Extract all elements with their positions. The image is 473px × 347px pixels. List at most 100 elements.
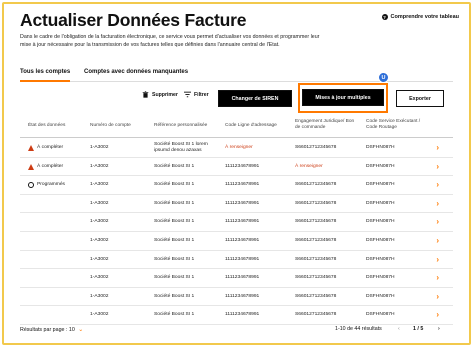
header-account: Numéro de compte [90, 123, 131, 128]
export-button[interactable]: Exporter [396, 90, 444, 107]
header-service-code: Code Service Exécutant / Code Routage [366, 119, 421, 130]
address-code-cell: 1111234678991 [225, 182, 260, 188]
page-title: Actualiser Données Facture [20, 10, 247, 30]
table-row[interactable]: Programmés 1-A3002 Société Boost SI 1 11112… [20, 176, 453, 195]
address-code-cell: 1111234678991 [225, 219, 260, 225]
service-code-cell: DSFHN087H [366, 163, 395, 169]
chevron-right-icon[interactable]: › [436, 273, 439, 282]
table-row[interactable]: 1-A3002 Société Boost SI 1 1111234678991 S6… [20, 269, 453, 288]
table-row[interactable]: 1-A3002 Société Boost SI 1 1111234678991 S6… [20, 288, 453, 307]
warning-icon [28, 163, 34, 170]
service-code-cell: DSFHN087H [366, 256, 395, 262]
chevron-right-icon[interactable]: › [436, 292, 439, 301]
engagement-cell: S66012712345678 [295, 219, 337, 225]
delete-label: Supprimer [152, 91, 178, 98]
chevron-right-icon[interactable]: › [436, 143, 439, 152]
per-page-label: Résultats par page : 10 [20, 327, 75, 333]
prev-page-button[interactable]: ‹ [398, 326, 400, 332]
user-badge[interactable]: U [378, 72, 389, 83]
help-label: Comprendre votre tableau [390, 14, 459, 20]
header-address-code: Code Ligne d'adressage [225, 123, 277, 128]
service-code-cell: DSFHN087H [366, 182, 395, 188]
bulk-update-button[interactable]: Mises à jour multiples [302, 89, 384, 106]
address-code-cell: 1111234678991 [225, 256, 260, 262]
status-cell: À compléter [28, 163, 64, 170]
table-header: État des données Numéro de compte Référe… [20, 117, 453, 138]
reference-cell: Société Boost SI 1 [154, 293, 195, 299]
reference-cell: Société Boost SI 1 [154, 238, 195, 243]
per-page-selector[interactable]: Résultats par page : 10 ⌄ [20, 326, 83, 333]
chevron-right-icon[interactable]: › [436, 310, 439, 319]
address-code-cell: 1111234678991 [225, 163, 260, 169]
help-link[interactable]: ? Comprendre votre tableau [381, 14, 459, 20]
reference-cell: Société Boost SI 1 [154, 200, 195, 206]
address-code-cell: 1111234678991 [225, 312, 260, 318]
clock-icon [28, 182, 34, 189]
reference-cell: Société Boost SI 1 [154, 312, 195, 318]
reference-cell: Société Boost SI 1 lorem ipsumd denou az… [154, 142, 208, 153]
header-engagement: Engagement Juridique/ Bon de commande [295, 119, 355, 130]
filter-button[interactable]: Filtrer [184, 91, 209, 98]
engagement-cell: S66012712345678 [295, 238, 337, 243]
table-row[interactable]: 1-A3002 Société Boost SI 1 1111234678991 S6… [20, 306, 453, 325]
service-code-cell: DSFHN087H [366, 312, 395, 318]
address-code-cell: À renseigner [225, 145, 253, 150]
header-state: État des données [28, 123, 66, 128]
engagement-cell: S66012712345678 [295, 182, 337, 188]
engagement-cell: S66012712345678 [295, 145, 337, 150]
filter-label: Filtrer [194, 91, 209, 98]
service-code-cell: DSFHN087H [366, 145, 395, 150]
engagement-cell: S66012712345678 [295, 200, 337, 206]
chevron-right-icon[interactable]: › [436, 199, 439, 208]
service-code-cell: DSFHN087H [366, 200, 395, 206]
table-row[interactable]: 1-A3002 Société Boost SI 1 1111234678991 S6… [20, 232, 453, 251]
next-page-button[interactable]: › [438, 326, 440, 332]
reference-cell: Société Boost SI 1 [154, 163, 195, 169]
status-cell: À compléter [28, 145, 63, 151]
table-row[interactable]: À compléter 1-A3002 Société Boost SI 1 lor… [20, 139, 453, 158]
engagement-cell: S66012712345678 [295, 275, 337, 281]
engagement-cell: S66012712345678 [295, 293, 337, 299]
service-code-cell: DSFHN087H [366, 293, 395, 299]
account-number-cell: 1-A3002 [90, 200, 109, 206]
chevron-right-icon[interactable]: › [436, 180, 439, 189]
engagement-cell: S66012712345678 [295, 312, 337, 318]
tab-missing-data-accounts[interactable]: Comptes avec données manquantes [84, 68, 188, 82]
question-icon: ? [381, 14, 388, 20]
table-row[interactable]: À compléter 1-A3002 Société Boost SI 1 1111… [20, 158, 453, 177]
reference-cell: Société Boost SI 1 [154, 256, 195, 262]
address-code-cell: 1111234678991 [225, 200, 260, 206]
status-label: Programmés [37, 182, 65, 188]
delete-button[interactable]: Supprimer [142, 91, 178, 98]
account-number-cell: 1-A3002 [90, 293, 109, 299]
table-row[interactable]: 1-A3002 Société Boost SI 1 1111234678991 S6… [20, 195, 453, 214]
account-number-cell: 1-A3002 [90, 163, 109, 169]
results-count: 1-10 de 44 résultats [335, 326, 382, 332]
intro-text: Dans le cadre de l'obligation de la fact… [20, 34, 320, 48]
engagement-cell: À renseigner [295, 163, 323, 169]
page-indicator: 1 / 5 [413, 326, 424, 332]
account-number-cell: 1-A3002 [90, 312, 109, 318]
chevron-right-icon[interactable]: › [436, 162, 439, 171]
account-number-cell: 1-A3002 [90, 182, 109, 188]
tab-all-accounts[interactable]: Tous les comptes [20, 68, 71, 82]
service-code-cell: DSFHN087H [366, 275, 395, 281]
chevron-right-icon[interactable]: › [436, 236, 439, 245]
address-code-cell: 1111234678991 [225, 238, 260, 243]
chevron-right-icon[interactable]: › [436, 217, 439, 226]
service-code-cell: DSFHN087H [366, 219, 395, 225]
account-number-cell: 1-A3002 [90, 275, 109, 281]
trash-icon [142, 91, 149, 98]
account-number-cell: 1-A3002 [90, 219, 109, 225]
chevron-down-icon: ⌄ [78, 327, 84, 333]
table-row[interactable]: 1-A3002 Société Boost SI 1 1111234678991 S6… [20, 213, 453, 232]
table-row[interactable]: 1-A3002 Société Boost SI 1 1111234678991 S6… [20, 251, 453, 270]
engagement-cell: S66012712345678 [295, 256, 337, 262]
address-code-cell: 1111234678991 [225, 293, 260, 299]
header-reference: Référence personnalisée [154, 123, 208, 128]
change-siren-button[interactable]: Changer de SIREN [218, 90, 292, 107]
status-label: À compléter [37, 163, 64, 169]
reference-cell: Société Boost SI 1 [154, 182, 195, 188]
status-cell: Programmés [28, 182, 65, 189]
chevron-right-icon[interactable]: › [436, 255, 439, 264]
